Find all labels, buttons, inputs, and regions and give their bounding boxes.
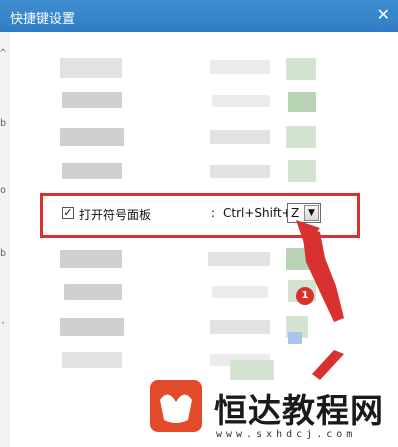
background-window-edge (0, 32, 10, 447)
shortcut-key-select[interactable]: Z ▼ (287, 203, 321, 223)
chevron-down-icon[interactable]: ▼ (304, 205, 319, 221)
background-glyph: · (0, 318, 7, 329)
shortcut-modifiers: Ctrl+Shift+ (223, 206, 292, 220)
background-glyph: o (0, 185, 7, 196)
background-glyph: b (0, 248, 7, 259)
watermark-brand: 恒达教程网 (214, 391, 384, 430)
background-glyph: b (0, 118, 7, 129)
background-glyph: ^ (0, 48, 7, 59)
step-badge: 1 (296, 287, 314, 305)
window-title: 快捷键设置 (10, 12, 76, 27)
close-icon[interactable]: ✕ (377, 5, 390, 25)
symbol-panel-checkbox[interactable]: ✓ (62, 207, 74, 219)
symbol-panel-label: 打开符号面板 (79, 208, 152, 222)
watermark-logo-icon (150, 380, 202, 432)
watermark-url: www.sxhdcj.com (216, 429, 357, 440)
shortcut-key-value: Z (291, 206, 300, 220)
shortcut-separator: : (211, 206, 216, 220)
highlighted-shortcut-row: ✓ 打开符号面板 : Ctrl+Shift+ Z ▼ (40, 193, 360, 238)
title-bar: 快捷键设置 ✕ (0, 0, 398, 32)
